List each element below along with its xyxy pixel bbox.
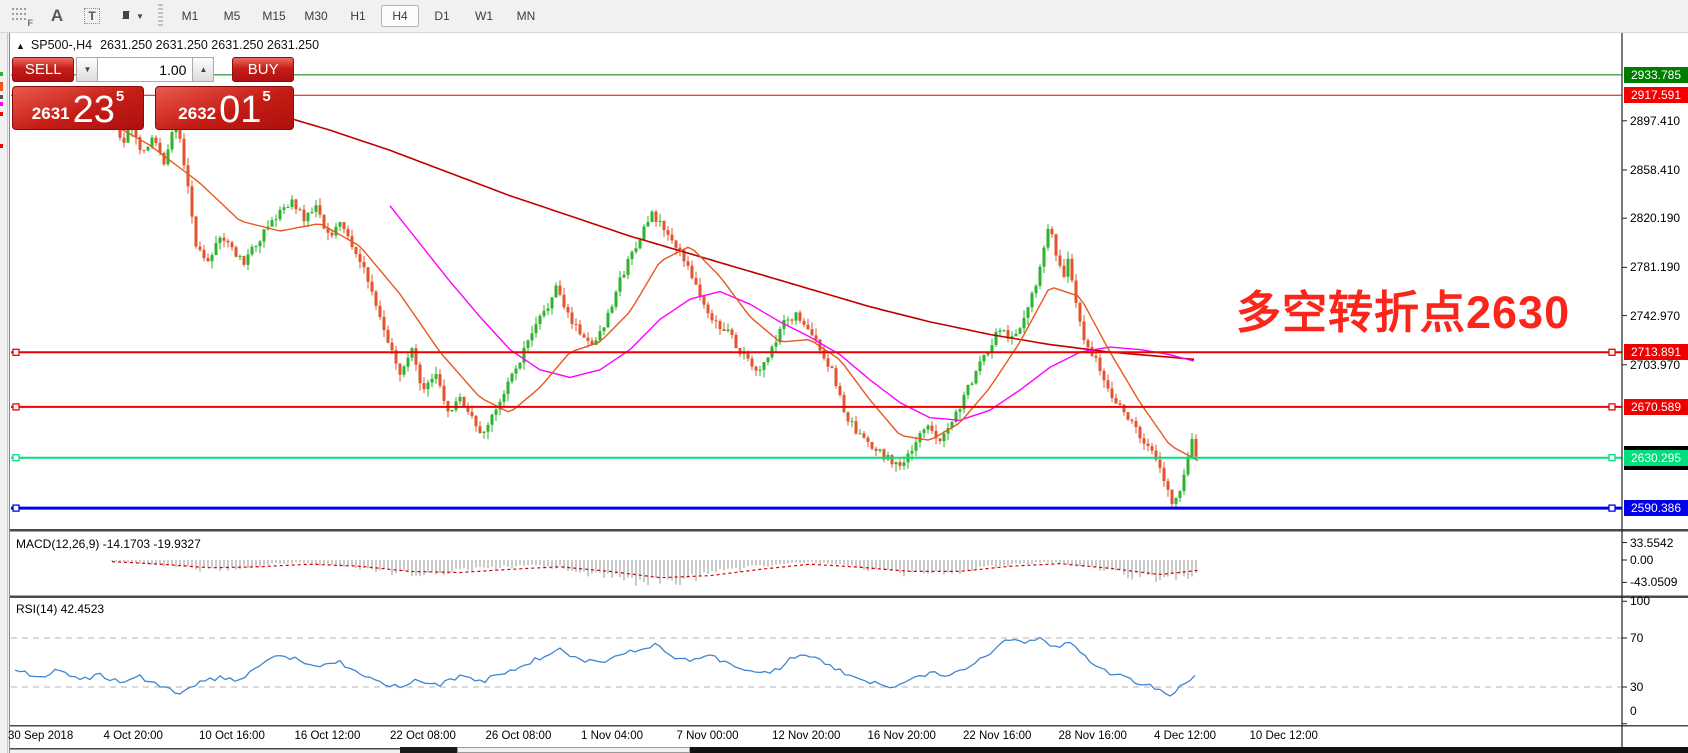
price-tick-2820.190: 2820.190 <box>1630 211 1681 226</box>
window-edge-strip <box>0 32 10 753</box>
price-tick-2858.410: 2858.410 <box>1630 162 1681 177</box>
macd-label: MACD(12,26,9) -14.1703 -19.9327 <box>16 537 201 551</box>
timeframe-button-m30[interactable]: M30 <box>297 5 335 27</box>
buy-button[interactable]: BUY <box>232 57 294 82</box>
date-label-6: 1 Nov 04:00 <box>581 730 644 742</box>
toolbar: F A T ▼ M1 M5 M15 M30 H1 H4 D1 W1 MN <box>0 0 1688 33</box>
date-label-8: 12 Nov 20:00 <box>772 730 841 742</box>
sell-price-prefix: 2631 <box>31 104 70 123</box>
date-label-3: 16 Oct 12:00 <box>294 730 361 742</box>
buy-price-big: 01 <box>219 88 262 131</box>
collapse-arrow-icon[interactable]: ▲ <box>16 41 25 51</box>
date-label-5: 26 Oct 08:00 <box>485 730 552 742</box>
objects-arrows-icon[interactable]: ▼ <box>114 3 148 28</box>
chart-title: ▲ SP500-,H4 2631.250 2631.250 2631.250 263… <box>16 38 319 52</box>
one-click-trade-panel: SELL ▼ ▲ BUY 2631 23 5 2632 01 5 <box>12 57 294 130</box>
rsi-tick-100: 100 <box>1630 594 1651 609</box>
price-badge-2670.589: 2670.589 <box>1624 398 1688 415</box>
date-label-4: 22 Oct 08:00 <box>390 730 456 742</box>
bottom-edge-light <box>457 747 690 753</box>
sell-price-tile[interactable]: 2631 23 5 <box>12 86 145 131</box>
date-label-0: 30 Sep 2018 <box>8 730 74 742</box>
timeframe-button-d1[interactable]: D1 <box>423 5 461 27</box>
rsi-tick-70: 70 <box>1630 631 1644 645</box>
date-label-7: 7 Nov 00:00 <box>676 730 739 742</box>
label-tool-icon[interactable]: A <box>44 4 70 28</box>
sell-button[interactable]: SELL <box>12 57 75 82</box>
date-label-13: 10 Dec 12:00 <box>1249 730 1318 742</box>
date-label-11: 28 Nov 16:00 <box>1058 730 1127 742</box>
date-label-2: 10 Oct 16:00 <box>199 730 265 742</box>
volume-input[interactable] <box>98 57 193 82</box>
date-label-10: 22 Nov 16:00 <box>963 730 1032 742</box>
bottom-edge-bar <box>690 747 1688 753</box>
ohlc-values: 2631.250 2631.250 2631.250 2631.250 <box>100 38 320 52</box>
date-label-9: 16 Nov 20:00 <box>867 730 936 742</box>
timeframe-bar: M1 M5 M15 M30 H1 H4 D1 W1 MN <box>169 5 547 27</box>
buy-price-tile[interactable]: 2632 01 5 <box>155 86 294 130</box>
timeframe-button-h4[interactable]: H4 <box>381 5 419 27</box>
price-badge-2590.386: 2590.386 <box>1624 500 1688 517</box>
sell-price-big: 23 <box>72 88 115 131</box>
timeframe-button-m1[interactable]: M1 <box>171 5 209 27</box>
date-label-12: 4 Dec 12:00 <box>1154 730 1217 742</box>
volume-increase-button[interactable]: ▲ <box>192 57 215 82</box>
sell-price-sup: 5 <box>115 88 125 105</box>
price-badge-2933.785: 2933.785 <box>1624 66 1688 83</box>
volume-stepper: ▼ ▲ <box>76 57 215 82</box>
date-label-1: 4 Oct 20:00 <box>103 730 163 742</box>
symbol-timeframe: SP500-,H4 <box>30 38 93 52</box>
rsi-label: RSI(14) 42.4523 <box>16 602 105 616</box>
price-tick-2781.190: 2781.190 <box>1630 260 1681 275</box>
dropdown-caret-icon: ▼ <box>136 11 144 21</box>
bottom-edge-dark <box>400 747 457 753</box>
price-tick-2742.970: 2742.970 <box>1630 308 1681 323</box>
macd-tick-0.00: 0.00 <box>1630 553 1654 567</box>
timeframe-button-h1[interactable]: H1 <box>339 5 377 27</box>
timeframe-button-m5[interactable]: M5 <box>213 5 251 27</box>
macd-tick-33.5542: 33.5542 <box>1630 535 1674 550</box>
price-badge-2630.295: 2630.295 <box>1624 449 1688 466</box>
chart-text-annotation[interactable]: 多空转折点2630 <box>1236 276 1570 341</box>
buy-price-prefix: 2632 <box>178 104 217 123</box>
mt4-terminal: F A T ▼ M1 M5 M15 M30 H1 H4 D1 W1 MN ▲ SP5 <box>0 0 1688 753</box>
timeframe-button-w1[interactable]: W1 <box>465 5 503 27</box>
volume-decrease-button[interactable]: ▼ <box>76 57 99 82</box>
text-tool-icon[interactable]: T <box>79 4 105 28</box>
toolbar-separator <box>158 4 163 28</box>
price-badge-2713.891: 2713.891 <box>1624 344 1688 361</box>
dash-grid-icon: F <box>12 7 33 28</box>
price-tick-2897.410: 2897.410 <box>1630 113 1681 128</box>
buy-price-sup: 5 <box>262 88 271 105</box>
price-badge-2917.591: 2917.591 <box>1624 87 1688 104</box>
timeframe-button-m15[interactable]: M15 <box>255 5 293 27</box>
timeframe-button-mn[interactable]: MN <box>507 5 545 27</box>
macd-tick--43.0509: -43.0509 <box>1630 575 1678 590</box>
rsi-tick-0: 0 <box>1630 704 1637 718</box>
rsi-tick-30: 30 <box>1630 680 1644 694</box>
indicator-list-icon[interactable]: F <box>9 4 35 28</box>
